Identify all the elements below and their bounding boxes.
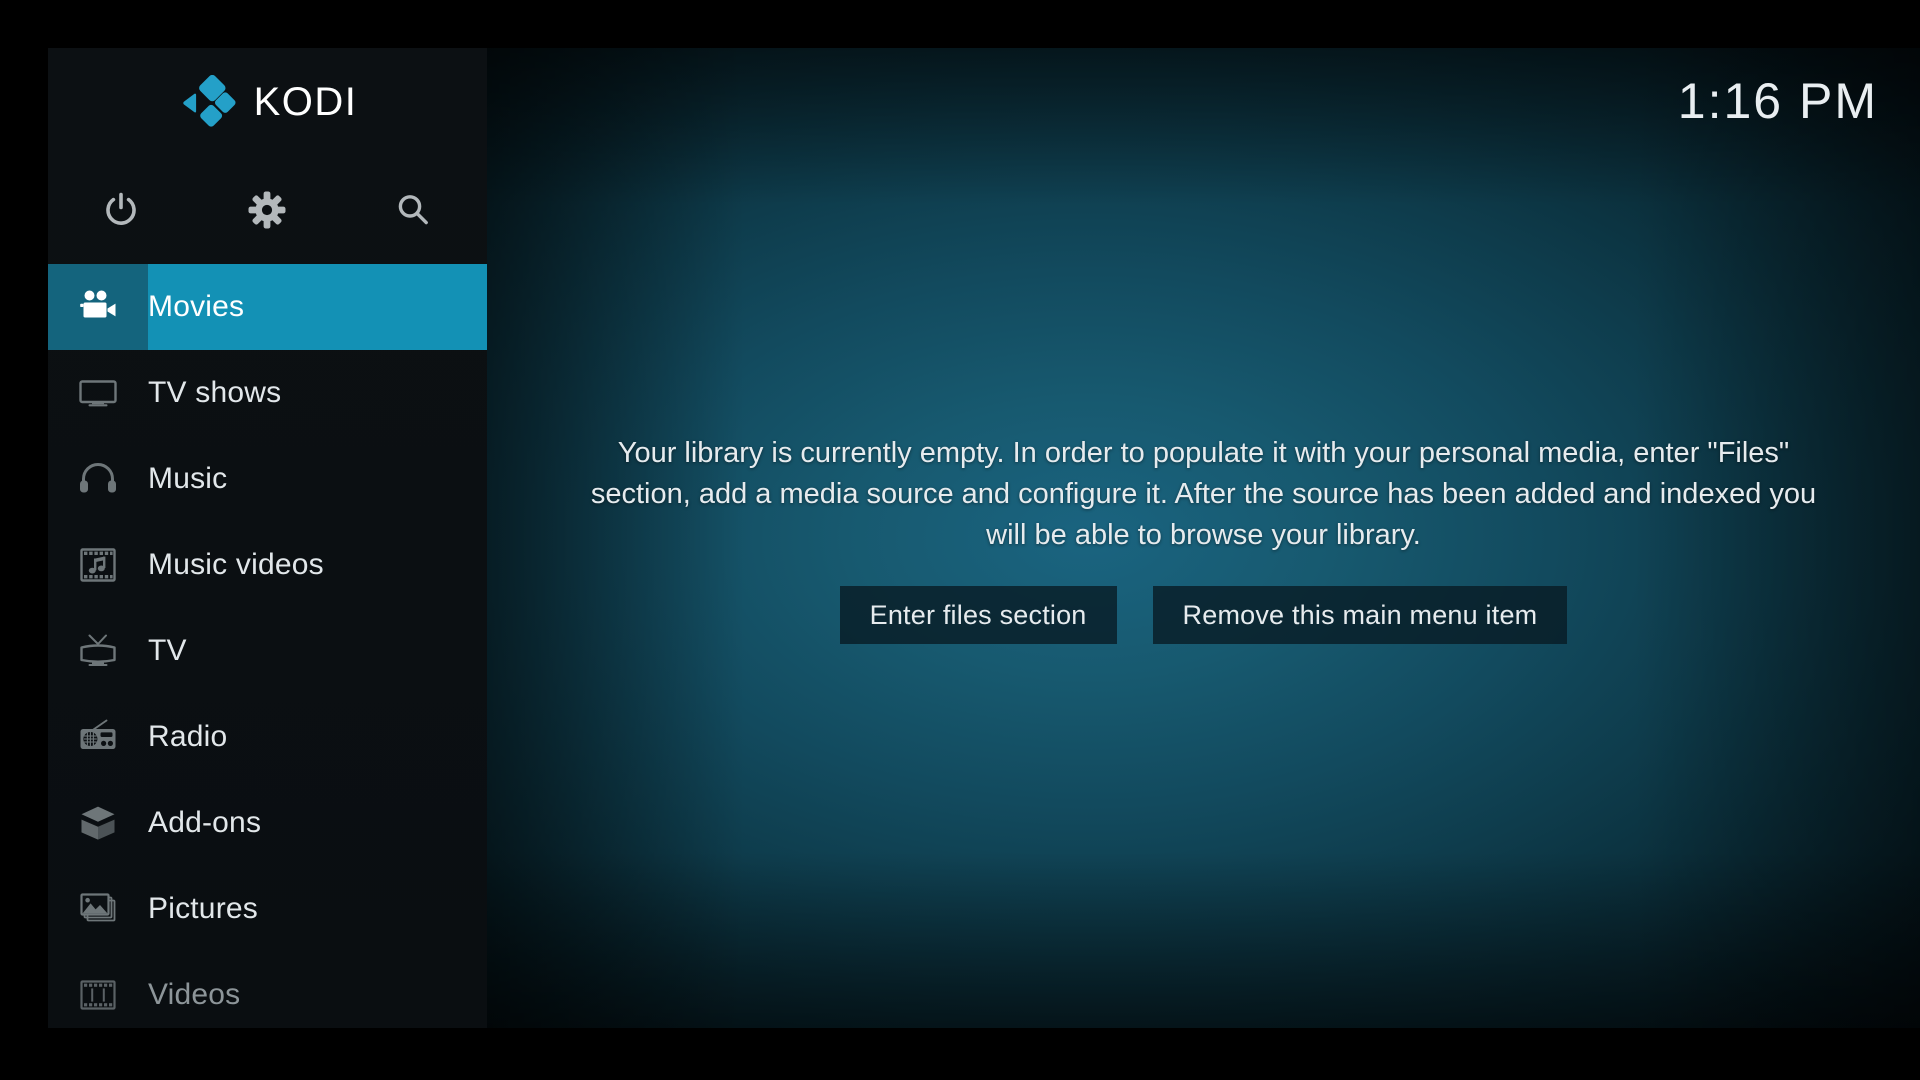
sidebar-item-icon-cell — [48, 264, 148, 350]
sidebar-item-label: Music videos — [148, 548, 324, 581]
sidebar-item-icon-cell — [48, 436, 148, 522]
sidebar-item-videos[interactable]: Videos — [48, 952, 487, 1028]
power-button[interactable] — [48, 156, 194, 264]
brand-logo: KODI — [48, 48, 487, 156]
sidebar-item-add-ons[interactable]: Add-ons — [48, 780, 487, 866]
open-box-icon — [81, 806, 115, 840]
empty-library-actions: Enter files section Remove this main menu… — [839, 585, 1568, 644]
quick-action-bar — [48, 156, 487, 264]
photo-icon — [80, 893, 116, 922]
sidebar-item-label: Movies — [148, 290, 245, 323]
empty-library-panel: Your library is currently empty. In orde… — [487, 48, 1920, 1028]
sidebar-item-icon-cell — [48, 608, 148, 694]
sidebar-item-tv-shows[interactable]: TV shows — [48, 350, 487, 436]
enter-files-section-button[interactable]: Enter files section — [839, 585, 1117, 644]
settings-button[interactable] — [194, 156, 340, 264]
remove-main-menu-item-button[interactable]: Remove this main menu item — [1152, 585, 1568, 644]
main-menu: Movies TV shows Music Music videos TV Radio Ad… — [48, 264, 487, 1028]
sidebar-item-label: Music — [148, 462, 228, 495]
kodi-screen: 1:16 PM Your library is currently empty.… — [0, 0, 1920, 1080]
sidebar-item-music-videos[interactable]: Music videos — [48, 522, 487, 608]
search-icon — [398, 195, 428, 225]
sidebar-item-icon-cell — [48, 694, 148, 780]
sidebar-item-label: Add-ons — [148, 806, 262, 839]
brand-name: KODI — [253, 80, 358, 124]
sidebar-item-label: Pictures — [148, 892, 258, 925]
sidebar-item-movies[interactable]: Movies — [48, 264, 487, 350]
sidebar-item-label: Radio — [148, 720, 228, 753]
sidebar-item-label: TV shows — [148, 376, 282, 409]
headphones-icon — [80, 463, 116, 493]
sidebar-item-icon-cell — [48, 350, 148, 436]
sidebar-item-pictures[interactable]: Pictures — [48, 866, 487, 952]
sidebar-item-music[interactable]: Music — [48, 436, 487, 522]
monitor-icon — [79, 380, 117, 407]
sidebar-item-tv[interactable]: TV — [48, 608, 487, 694]
gear-icon — [248, 191, 286, 229]
sidebar-item-radio[interactable]: Radio — [48, 694, 487, 780]
movie-camera-icon — [80, 290, 116, 318]
sidebar-item-icon-cell — [48, 522, 148, 608]
film-strip-icon — [80, 980, 116, 1010]
sidebar-item-icon-cell — [48, 952, 148, 1028]
power-icon — [106, 192, 136, 225]
empty-library-message: Your library is currently empty. In orde… — [590, 436, 1817, 551]
sidebar-item-icon-cell — [48, 866, 148, 952]
radio-icon — [80, 719, 116, 749]
kodi-logo-icon — [182, 75, 236, 127]
film-music-icon — [80, 548, 116, 582]
clock: 1:16 PM — [1677, 73, 1878, 129]
sidebar-item-label: Videos — [148, 978, 241, 1011]
sidebar: KODI Movies TV shows Music Music videos … — [48, 48, 487, 1028]
kodi-viewport: 1:16 PM Your library is currently empty.… — [48, 48, 1920, 1028]
sidebar-item-label: TV — [148, 634, 187, 667]
television-icon — [80, 634, 116, 666]
sidebar-item-icon-cell — [48, 780, 148, 866]
search-button[interactable] — [340, 156, 486, 264]
